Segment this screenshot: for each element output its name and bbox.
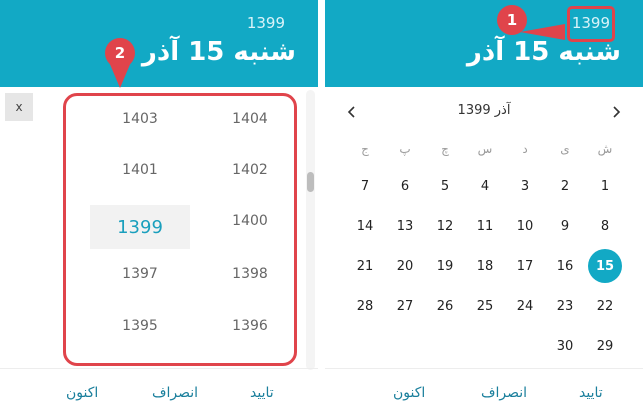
arrow-1-icon bbox=[520, 24, 565, 40]
annotation-arrows bbox=[109, 24, 565, 88]
annotation-marker-1: 1 bbox=[497, 5, 527, 35]
annotation-marker-2: 2 bbox=[105, 38, 135, 68]
